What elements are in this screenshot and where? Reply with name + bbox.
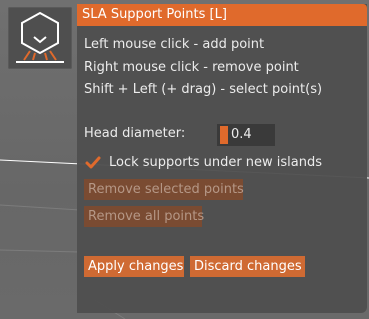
remove-all-points-button[interactable]: Remove all points [84, 206, 204, 227]
help-text-select-points: Shift + Left (+ drag) - select point(s) [84, 82, 323, 97]
grid-line [0, 204, 81, 211]
lock-supports-label: Lock supports under new islands [109, 155, 323, 170]
head-diameter-value: 0.4 [231, 127, 252, 142]
sla-support-points-icon [16, 11, 64, 63]
head-diameter-slider[interactable]: 0.4 [217, 124, 275, 146]
sla-support-points-tool-button[interactable] [8, 7, 72, 69]
help-text-add-point: Left mouse click - add point [84, 37, 265, 52]
panel-title[interactable]: SLA Support Points [L] [77, 4, 367, 26]
remove-selected-points-button[interactable]: Remove selected points [84, 179, 244, 200]
grid-line [0, 249, 81, 253]
sla-support-points-panel: SLA Support Points [L] Left mouse click … [77, 4, 367, 313]
help-text-remove-point: Right mouse click - remove point [84, 60, 299, 75]
apply-changes-button[interactable]: Apply changes [84, 256, 184, 277]
head-diameter-label: Head diameter: [84, 126, 186, 141]
checkmark-icon[interactable] [84, 154, 102, 172]
discard-changes-button[interactable]: Discard changes [190, 256, 305, 277]
slider-grab-handle[interactable] [220, 126, 228, 144]
